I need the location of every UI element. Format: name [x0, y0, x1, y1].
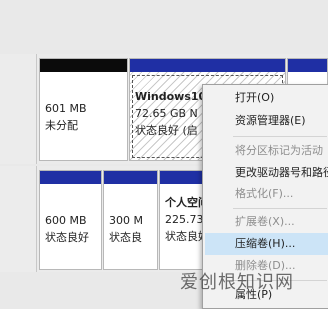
- watermark-text: 爱创根知识网: [180, 272, 294, 293]
- partition-bar-primary: [104, 171, 157, 184]
- partition-status: 状态良: [109, 231, 142, 244]
- menu-item-open[interactable]: 打开(O): [205, 87, 328, 109]
- partition-efi[interactable]: 300 M 状态良: [103, 170, 158, 270]
- partition-size: 601 MB: [45, 102, 87, 115]
- partition-status: 未分配: [45, 119, 78, 132]
- menu-item-shrink-volume[interactable]: 压缩卷(H)...: [205, 233, 328, 255]
- partition-recovery[interactable]: 600 MB 状态良好: [39, 170, 102, 270]
- partition-size: 300 M: [109, 214, 143, 227]
- partition-bar-primary: [288, 59, 327, 72]
- menu-item-format: 格式化(F)...: [235, 187, 294, 200]
- partition-status: 状态良好: [45, 231, 89, 244]
- menu-separator: [233, 208, 327, 209]
- menu-separator: [233, 136, 327, 137]
- menu-item-mark-active: 将分区标记为活动: [235, 144, 323, 157]
- menu-item-explorer[interactable]: 资源管理器(E): [205, 110, 328, 132]
- partition-bar-primary: [40, 171, 101, 184]
- menu-item-change-drive-letter[interactable]: 更改驱动器号和路径: [205, 162, 328, 184]
- partition-unallocated[interactable]: 601 MB 未分配: [39, 58, 128, 161]
- partition-bar-primary: [130, 59, 285, 72]
- partition-bar-unallocated: [40, 59, 127, 72]
- menu-item-extend-volume: 扩展卷(X)...: [235, 215, 295, 228]
- disk-label-panel[interactable]: [0, 54, 37, 164]
- disk-label-panel[interactable]: [0, 166, 37, 272]
- partition-size: 600 MB: [45, 214, 87, 227]
